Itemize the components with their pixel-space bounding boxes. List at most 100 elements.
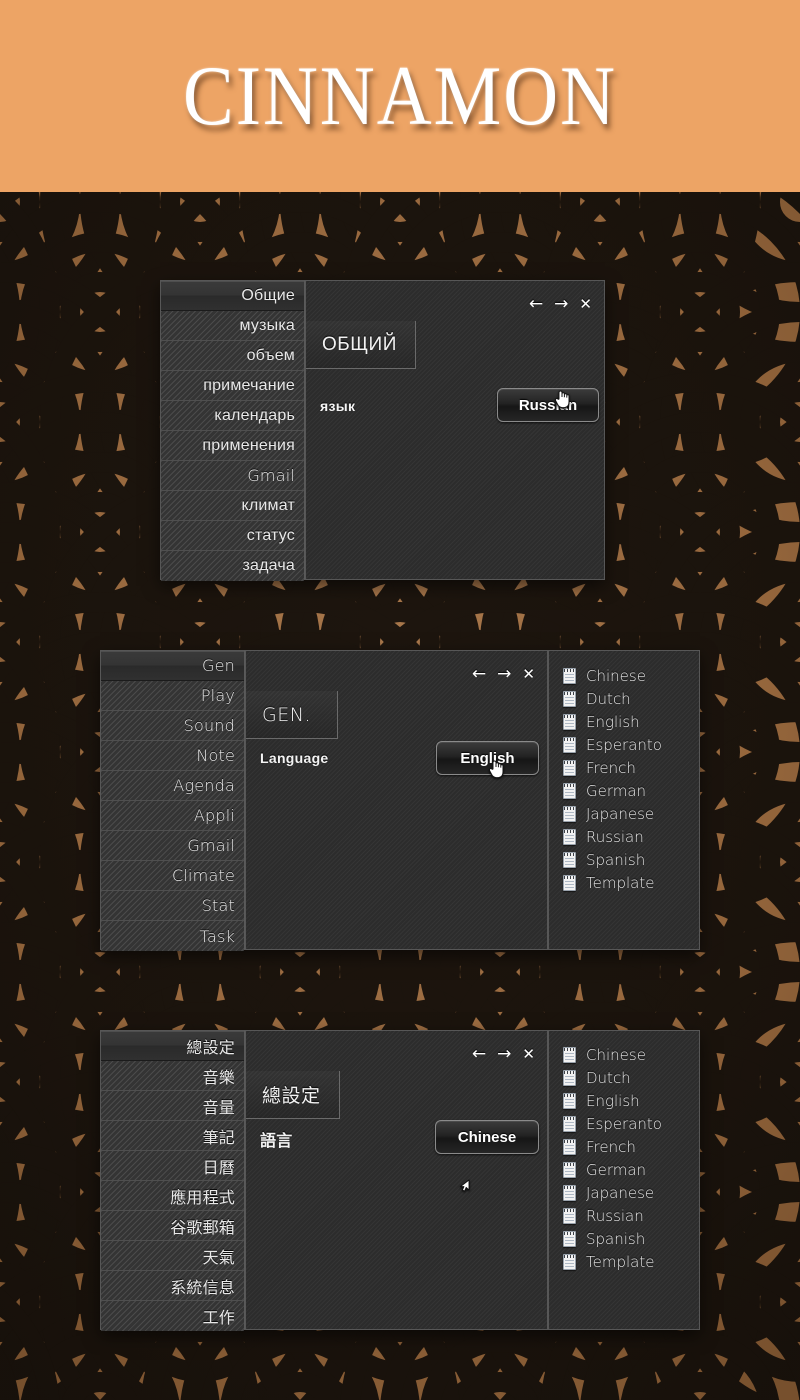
sidebar-item-climate[interactable]: климат xyxy=(161,491,304,521)
sidebar-item-label: 總設定 xyxy=(186,1039,235,1057)
dropdown-item-esperanto[interactable]: Esperanto xyxy=(549,1112,699,1135)
dropdown-item-french[interactable]: French xyxy=(549,1135,699,1158)
sidebar-item-note[interactable]: Note xyxy=(101,741,244,771)
sidebar-item-label: Note xyxy=(196,746,235,765)
tab-general[interactable]: ОБЩИЙ xyxy=(306,321,416,369)
dropdown-item-german[interactable]: German xyxy=(549,779,699,802)
sidebar-item-label: Play xyxy=(200,686,235,705)
sidebar-item-general[interactable]: Общие xyxy=(161,281,304,311)
dropdown-item-template[interactable]: Template xyxy=(549,1250,699,1273)
dropdown-item-spanish[interactable]: Spanish xyxy=(549,1227,699,1250)
back-icon[interactable]: ← xyxy=(472,1045,486,1063)
note-icon xyxy=(563,1184,576,1201)
sidebar-item-label: музыка xyxy=(239,316,295,334)
note-icon xyxy=(563,1092,576,1109)
dropdown-item-label: Template xyxy=(586,1252,655,1271)
sidebar-item-appli[interactable]: Appli xyxy=(101,801,244,831)
dropdown-item-russian[interactable]: Russian xyxy=(549,1204,699,1227)
sidebar-item-music[interactable]: 音樂 xyxy=(101,1061,244,1091)
dropdown-item-esperanto[interactable]: Esperanto xyxy=(549,733,699,756)
back-icon[interactable]: ← xyxy=(529,295,543,313)
sidebar-item-apps[interactable]: применения xyxy=(161,431,304,461)
back-icon[interactable]: ← xyxy=(472,665,486,683)
sidebar-item-calendar[interactable]: календарь xyxy=(161,401,304,431)
dropdown-item-label: German xyxy=(586,1160,647,1179)
tabstrip-chinese: 總設定 xyxy=(246,1071,547,1119)
close-icon[interactable]: ✕ xyxy=(579,296,592,312)
sidebar-item-task[interactable]: задача xyxy=(161,551,304,581)
sidebar-item-general[interactable]: 總設定 xyxy=(101,1031,244,1061)
header-banner: CINNAMON xyxy=(0,0,800,192)
note-icon xyxy=(563,667,576,684)
dropdown-item-label: English xyxy=(586,712,640,731)
close-icon[interactable]: ✕ xyxy=(522,666,535,682)
dropdown-item-dutch[interactable]: Dutch xyxy=(549,1066,699,1089)
dropdown-item-english[interactable]: English xyxy=(549,1089,699,1112)
forward-icon[interactable]: → xyxy=(554,295,568,313)
sidebar-item-note[interactable]: примечание xyxy=(161,371,304,401)
dropdown-item-spanish[interactable]: Spanish xyxy=(549,848,699,871)
sidebar-item-label: Appli xyxy=(193,806,235,825)
sidebar-item-apps[interactable]: 應用程式 xyxy=(101,1181,244,1211)
sidebar-item-gen[interactable]: Gen xyxy=(101,651,244,681)
sidebar-item-label: 應用程式 xyxy=(170,1189,235,1207)
sidebar-item-calendar[interactable]: 日曆 xyxy=(101,1151,244,1181)
note-icon xyxy=(563,759,576,776)
dropdown-item-german[interactable]: German xyxy=(549,1158,699,1181)
sidebar-item-status[interactable]: 系統信息 xyxy=(101,1271,244,1301)
dropdown-item-label: Esperanto xyxy=(586,735,662,754)
language-select-button[interactable]: English xyxy=(436,741,539,775)
note-icon xyxy=(563,736,576,753)
window-russian: Общие музыка объем примечание календарь … xyxy=(160,280,605,581)
dropdown-item-template[interactable]: Template xyxy=(549,871,699,894)
forward-icon[interactable]: → xyxy=(497,665,511,683)
dropdown-item-english[interactable]: English xyxy=(549,710,699,733)
dropdown-item-label: Japanese xyxy=(586,1183,655,1202)
sidebar-item-gmail[interactable]: 谷歌郵箱 xyxy=(101,1211,244,1241)
dropdown-item-japanese[interactable]: Japanese xyxy=(549,1181,699,1204)
tab-general[interactable]: 總設定 xyxy=(246,1071,340,1119)
note-icon xyxy=(563,805,576,822)
note-icon xyxy=(563,782,576,799)
tab-label: 總設定 xyxy=(262,1086,321,1107)
dropdown-item-japanese[interactable]: Japanese xyxy=(549,802,699,825)
dropdown-item-french[interactable]: French xyxy=(549,756,699,779)
sidebar-item-task[interactable]: 工作 xyxy=(101,1301,244,1331)
note-icon xyxy=(563,874,576,891)
sidebar-item-note[interactable]: 筆記 xyxy=(101,1121,244,1151)
sidebar-item-sound[interactable]: Sound xyxy=(101,711,244,741)
sidebar-item-task[interactable]: Task xyxy=(101,921,244,951)
dropdown-item-dutch[interactable]: Dutch xyxy=(549,687,699,710)
sidebar-item-agenda[interactable]: Agenda xyxy=(101,771,244,801)
dropdown-item-chinese[interactable]: Chinese xyxy=(549,1043,699,1066)
window-body-russian: ← → ✕ ОБЩИЙ язык Russian xyxy=(305,280,605,580)
sidebar-item-label: применения xyxy=(202,436,295,454)
note-icon xyxy=(563,713,576,730)
dropdown-item-label: Chinese xyxy=(586,666,646,685)
sidebar-item-gmail[interactable]: Gmail xyxy=(101,831,244,861)
sidebar-item-play[interactable]: Play xyxy=(101,681,244,711)
dropdown-item-chinese[interactable]: Chinese xyxy=(549,664,699,687)
sidebar-item-music[interactable]: музыка xyxy=(161,311,304,341)
language-select-button[interactable]: Chinese xyxy=(435,1120,539,1154)
tab-gen[interactable]: GEN. xyxy=(246,691,338,739)
sidebar-item-label: 天氣 xyxy=(202,1249,235,1267)
close-icon[interactable]: ✕ xyxy=(522,1046,535,1062)
sidebar-item-gmail[interactable]: Gmail xyxy=(161,461,304,491)
dropdown-item-russian[interactable]: Russian xyxy=(549,825,699,848)
sidebar-item-status[interactable]: статус xyxy=(161,521,304,551)
sidebar-item-volume[interactable]: объем xyxy=(161,341,304,371)
sidebar-item-climate[interactable]: Climate xyxy=(101,861,244,891)
tab-label: ОБЩИЙ xyxy=(322,333,397,355)
sidebar-item-stat[interactable]: Stat xyxy=(101,891,244,921)
note-icon xyxy=(563,1161,576,1178)
sidebar-english: Gen Play Sound Note Agenda Appli Gmail C… xyxy=(100,650,245,951)
sidebar-item-label: Stat xyxy=(201,896,235,915)
sidebar-item-volume[interactable]: 音量 xyxy=(101,1091,244,1121)
sidebar-item-label: примечание xyxy=(203,376,295,394)
forward-icon[interactable]: → xyxy=(497,1045,511,1063)
sidebar-item-climate[interactable]: 天氣 xyxy=(101,1241,244,1271)
note-icon xyxy=(563,1230,576,1247)
language-select-value: Chinese xyxy=(457,1128,517,1146)
language-select-button[interactable]: Russian xyxy=(497,388,599,422)
